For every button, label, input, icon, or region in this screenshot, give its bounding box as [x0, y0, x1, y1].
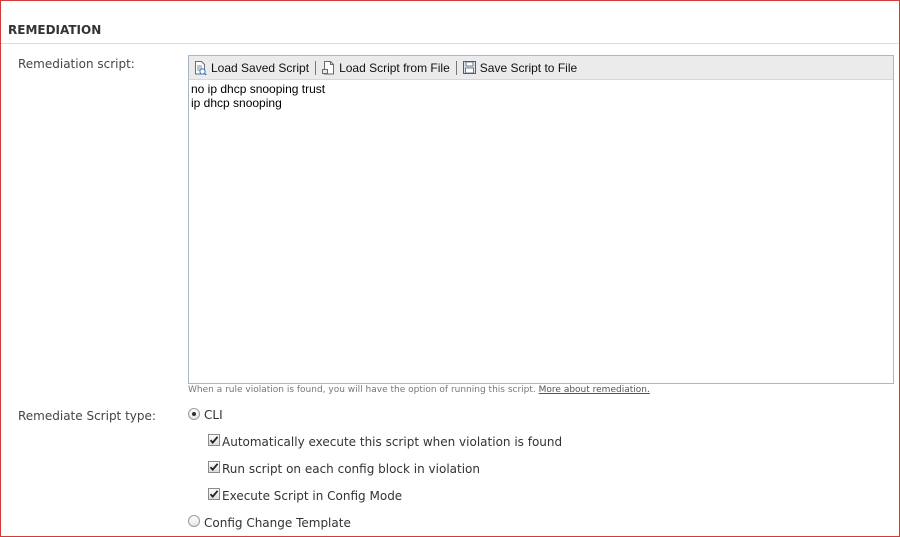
cli-radio-label: CLI — [204, 408, 223, 422]
load-saved-script-button[interactable]: Load Saved Script — [194, 60, 310, 75]
section-divider — [1, 43, 899, 44]
cli-radio[interactable] — [188, 408, 200, 420]
toolbar-separator — [315, 60, 317, 75]
open-file-icon — [322, 60, 335, 74]
more-about-remediation-link[interactable]: More about remediation. — [539, 385, 650, 395]
auto-execute-checkbox[interactable] — [208, 434, 220, 446]
run-each-block-label: Run script on each config block in viola… — [222, 462, 480, 476]
script-textarea[interactable]: no ip dhcp snooping trust ip dhcp snoopi… — [189, 80, 891, 380]
load-saved-script-label: Load Saved Script — [211, 60, 310, 75]
load-saved-script-icon — [195, 60, 207, 75]
save-script-to-file-label: Save Script to File — [479, 60, 578, 75]
toolbar-separator — [455, 60, 457, 75]
script-editor: Load Saved Script Load Script from File — [188, 55, 894, 384]
remediation-panel: REMEDIATION Remediation script: Load Sav… — [0, 0, 900, 537]
remediation-script-label: Remediation script: — [18, 57, 135, 71]
checkmark-icon — [209, 490, 219, 498]
save-script-to-file-button[interactable]: Save Script to File — [462, 60, 578, 75]
remediation-help-text: When a rule violation is found, you will… — [188, 385, 650, 395]
section-title: REMEDIATION — [8, 23, 102, 37]
config-change-template-radio[interactable] — [188, 515, 200, 527]
load-script-from-file-label: Load Script from File — [339, 60, 450, 75]
checkmark-icon — [209, 436, 219, 444]
config-mode-label: Execute Script in Config Mode — [222, 489, 403, 503]
config-mode-checkbox[interactable] — [208, 488, 220, 500]
script-type-label: Remediate Script type: — [18, 409, 156, 423]
run-each-block-checkbox[interactable] — [208, 461, 220, 473]
load-script-from-file-button[interactable]: Load Script from File — [322, 60, 450, 75]
checkmark-icon — [209, 463, 219, 471]
auto-execute-label: Automatically execute this script when v… — [222, 435, 563, 449]
save-floppy-icon — [462, 61, 476, 74]
script-toolbar: Load Saved Script Load Script from File — [189, 56, 893, 80]
help-text: When a rule violation is found, you will… — [188, 385, 536, 395]
config-change-template-label: Config Change Template — [204, 516, 351, 530]
